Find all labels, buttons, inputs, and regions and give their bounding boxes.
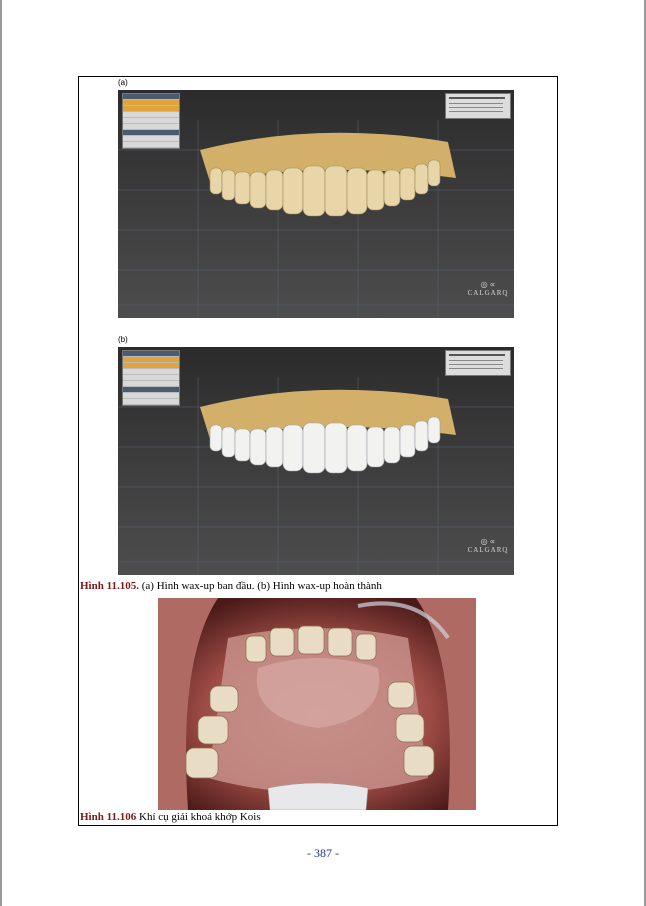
- figure-a-brand-logo: ◎ ∝ CALGARQ: [466, 280, 510, 314]
- page-edge-left: [0, 0, 2, 906]
- page-number: - 387 -: [307, 846, 339, 860]
- figure-105-text: (a) Hình wax-up ban đầu. (b) Hình wax-up…: [139, 580, 382, 592]
- figure-b-tool-panel: [122, 350, 180, 406]
- figure-b-brand-emblem: ◎ ∝: [480, 537, 496, 546]
- figure-a-options-panel: [445, 93, 511, 119]
- kois-deprogrammer-photo: [158, 598, 476, 810]
- figure-a-label: (a): [118, 78, 128, 87]
- figure-106-number: Hình 11.106: [80, 811, 137, 823]
- figure-a-tool-panel: [122, 93, 180, 149]
- figure-105-number: Hình 11.105.: [80, 580, 139, 592]
- figure-106-caption: Hình 11.106 Khí cụ giải khoá khớp Kois: [80, 811, 261, 823]
- figure-b-label: (b): [118, 335, 128, 344]
- figure-b-brand-wordmark: CALGARQ: [467, 546, 509, 554]
- figure-a-cad-render: ◎ ∝ CALGARQ: [118, 90, 514, 318]
- figure-106-text: Khí cụ giải khoá khớp Kois: [136, 811, 261, 823]
- figure-a-brand-emblem: ◎ ∝: [480, 280, 496, 289]
- figure-b-brand-logo: ◎ ∝ CALGARQ: [466, 537, 510, 571]
- figure-105-caption: Hình 11.105. (a) Hình wax-up ban đầu. (b…: [80, 580, 382, 592]
- intraoral-photo-illustration: [158, 598, 476, 810]
- figure-b-options-panel: [445, 350, 511, 376]
- figure-a-brand-wordmark: CALGARQ: [467, 289, 509, 297]
- figure-b-cad-render: ◎ ∝ CALGARQ: [118, 347, 514, 575]
